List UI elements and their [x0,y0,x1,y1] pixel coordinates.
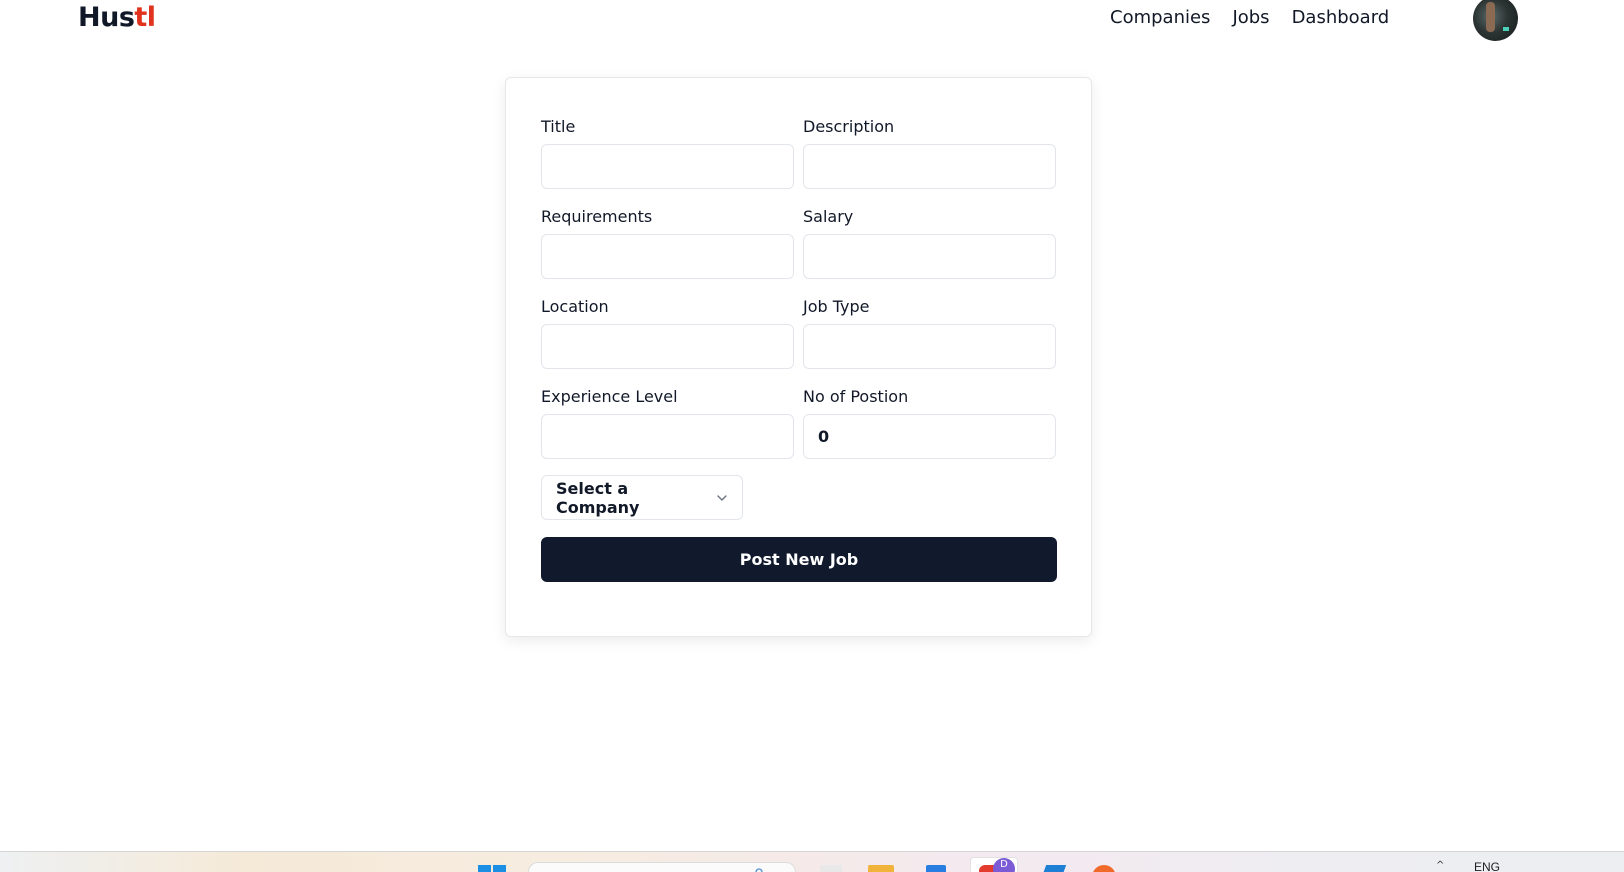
positions-label: No of Postion [803,387,909,406]
task-view-icon[interactable] [820,865,842,872]
avatar-figure [1486,2,1495,32]
post-new-job-button[interactable]: Post New Job [541,537,1057,582]
location-label: Location [541,297,609,316]
requirements-label: Requirements [541,207,653,226]
profile-badge-text: D [1000,859,1008,870]
chevron-down-icon [717,494,727,501]
search-icon [755,868,763,872]
positions-field-group: No of Postion [803,387,1056,459]
post-job-form-card: Title Description Requirements Salary Lo… [505,77,1092,637]
tray-expand-icon[interactable]: ^ [1436,860,1444,871]
location-input[interactable] [541,324,794,369]
description-field-group: Description [803,117,1056,189]
location-field-group: Location [541,297,794,369]
logo[interactable]: Hustl [78,2,156,34]
description-label: Description [803,117,895,136]
avatar-detail [1503,27,1509,31]
title-input[interactable] [541,144,794,189]
os-taskbar: D ^ ENG [0,851,1624,872]
nav-link-companies[interactable]: Companies [1110,6,1210,30]
experience-level-label: Experience Level [541,387,678,406]
app-icon[interactable] [1092,865,1116,872]
salary-input[interactable] [803,234,1056,279]
requirements-input[interactable] [541,234,794,279]
experience-level-field-group: Experience Level [541,387,794,459]
job-type-input[interactable] [803,324,1056,369]
taskbar-search[interactable] [528,862,796,872]
navbar: Hustl Companies Jobs Dashboard [0,0,1624,41]
logo-text-accent: tl [134,2,156,33]
job-type-label: Job Type [803,297,870,316]
title-field-group: Title [541,117,794,189]
requirements-field-group: Requirements [541,207,794,279]
company-select-label: Select a Company [556,478,640,517]
nav-link-jobs[interactable]: Jobs [1232,6,1269,30]
experience-level-input[interactable] [541,414,794,459]
logo-text-main: Hus [78,2,135,33]
nav-link-dashboard[interactable]: Dashboard [1292,6,1390,30]
language-indicator[interactable]: ENG [1474,860,1500,872]
file-explorer-icon[interactable] [868,865,894,872]
nav-links: Companies Jobs Dashboard [1110,6,1389,30]
store-icon[interactable] [926,865,946,872]
salary-field-group: Salary [803,207,1056,279]
salary-label: Salary [803,207,854,226]
title-label: Title [541,117,576,136]
avatar[interactable] [1473,0,1518,41]
windows-start-icon[interactable] [478,865,506,872]
company-select[interactable]: Select a Company [541,475,743,520]
code-editor-icon[interactable] [1041,865,1067,872]
job-type-field-group: Job Type [803,297,1056,369]
positions-input[interactable] [803,414,1056,459]
description-input[interactable] [803,144,1056,189]
